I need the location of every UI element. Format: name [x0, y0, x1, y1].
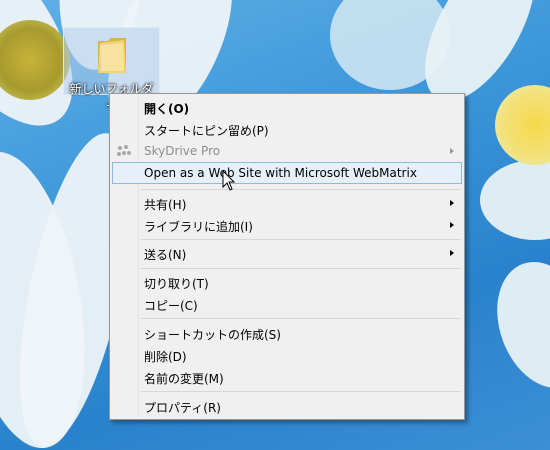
menu-item-skydrive-pro[interactable]: SkyDrive Pro [112, 140, 462, 162]
menu-item-delete[interactable]: 削除(D) [112, 344, 462, 366]
menu-item-open-webmatrix[interactable]: Open as a Web Site with Microsoft WebMat… [112, 162, 462, 184]
desktop-folder-icon[interactable]: 新しいフォルダー [63, 27, 160, 113]
menu-item-label: Open as a Web Site with Microsoft WebMat… [144, 166, 417, 180]
context-menu: 開く(O) スタートにピン留め(P) SkyDrive Pro Open as … [109, 93, 465, 420]
menu-item-label: SkyDrive Pro [144, 144, 221, 158]
skydrive-pro-icon [117, 145, 131, 156]
submenu-arrow-icon [450, 250, 454, 256]
mouse-cursor-icon [222, 170, 236, 191]
menu-item-label: 共有(H) [144, 198, 187, 212]
menu-separator [141, 318, 461, 319]
menu-item-rename[interactable]: 名前の変更(M) [112, 366, 462, 388]
daisy-petal [480, 160, 550, 240]
menu-separator [141, 391, 461, 392]
menu-item-create-shortcut[interactable]: ショートカットの作成(S) [112, 322, 462, 344]
menu-item-add-to-library[interactable]: ライブラリに追加(I) [112, 214, 462, 236]
daisy-petal [480, 248, 550, 402]
menu-item-label: 開く(O) [144, 102, 190, 116]
menu-item-label: ショートカットの作成(S) [144, 328, 281, 342]
menu-item-label: スタートにピン留め(P) [144, 124, 269, 138]
menu-item-pin-to-start[interactable]: スタートにピン留め(P) [112, 118, 462, 140]
menu-item-open[interactable]: 開く(O) [112, 96, 462, 118]
submenu-arrow-icon [450, 200, 454, 206]
menu-item-label: 名前の変更(M) [144, 372, 224, 386]
menu-item-label: プロパティ(R) [144, 401, 221, 415]
menu-item-label: 削除(D) [144, 350, 187, 364]
menu-item-label: ライブラリに追加(I) [144, 220, 253, 234]
submenu-arrow-icon [450, 222, 454, 228]
menu-separator [141, 268, 461, 269]
submenu-arrow-icon [450, 148, 454, 154]
folder-icon [98, 38, 126, 73]
menu-item-cut[interactable]: 切り取り(T) [112, 271, 462, 293]
menu-item-label: コピー(C) [144, 299, 198, 313]
menu-item-copy[interactable]: コピー(C) [112, 293, 462, 315]
menu-separator [141, 189, 461, 190]
menu-separator [141, 239, 461, 240]
menu-item-label: 切り取り(T) [144, 277, 209, 291]
menu-item-share[interactable]: 共有(H) [112, 192, 462, 214]
menu-item-label: 送る(N) [144, 248, 187, 262]
menu-item-properties[interactable]: プロパティ(R) [112, 395, 462, 417]
menu-item-send-to[interactable]: 送る(N) [112, 242, 462, 264]
daisy-center [495, 85, 550, 165]
